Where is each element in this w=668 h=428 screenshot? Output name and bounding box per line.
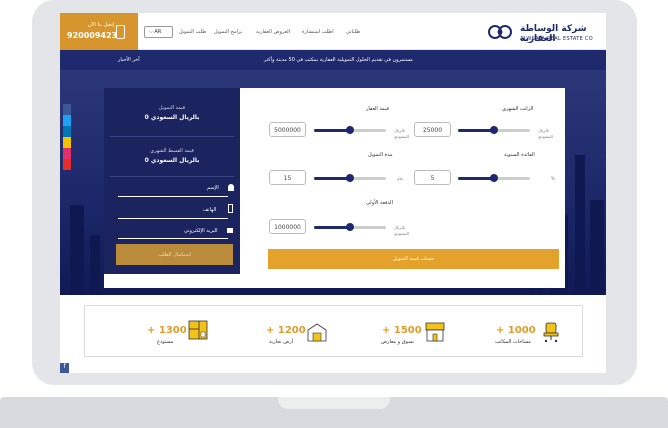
property-value-label: قيمة العقار <box>366 106 389 112</box>
salary-slider[interactable] <box>458 126 530 134</box>
statistics-bar: + 1000 مساحات المكاتب + 1500 تسوق و معار… <box>84 305 583 357</box>
youtube-icon[interactable] <box>63 159 71 170</box>
laptop-notch <box>278 397 390 409</box>
facebook-icon[interactable] <box>63 104 71 115</box>
down-payment-label: الدفعة الأولى <box>366 200 393 206</box>
stat-offices-number: + 1000 <box>496 325 536 336</box>
user-icon <box>228 184 234 191</box>
down-payment-input[interactable]: 1000000 <box>269 219 306 234</box>
company-logo-icon[interactable] <box>488 23 513 41</box>
floorplan-icon <box>188 320 208 340</box>
envelope-icon <box>227 228 233 233</box>
annual-rate-label: الفائدة السنوية <box>504 152 535 158</box>
facebook-float-icon[interactable]: f <box>60 363 69 373</box>
calculate-finance-button[interactable]: حساب قيمة التمويل <box>268 249 559 269</box>
stat-warehouse-label: مستودع <box>157 339 174 345</box>
stat-warehouse-number: + 1300 <box>147 325 187 336</box>
stat-land-number: + 1200 <box>266 325 306 336</box>
phone-field[interactable]: الهاتف <box>203 207 216 213</box>
ticker-text: مستمرون في تقديم الحلول التمويلية العقار… <box>264 57 413 63</box>
snapchat-icon[interactable] <box>63 137 71 148</box>
nav-request-consultation[interactable]: اطلب استشارة <box>302 29 334 35</box>
nav-finance-programs[interactable]: برامج التمويل <box>214 29 242 35</box>
warehouse-icon <box>307 323 327 342</box>
office-chair-icon <box>543 322 559 343</box>
name-field[interactable]: الإسم <box>207 185 219 191</box>
website-screen: إتصل بنا الآن 920009423 ⌵ AR طلب التمويل… <box>60 13 606 373</box>
stat-land-label: أرض تجارية <box>269 339 294 345</box>
stat-shops-label: تسوق و معارض <box>381 339 414 345</box>
duration-unit: عام <box>397 176 404 181</box>
ticker-heading: آخر الأخبار <box>118 57 140 63</box>
news-ticker: آخر الأخبار مستمرون في تقديم الحلول التم… <box>60 50 606 70</box>
annual-rate-slider[interactable] <box>458 174 530 182</box>
calculator-result-panel: قيمة التمويل 0 بالريال السعودي قيمة القس… <box>104 88 240 274</box>
phone-icon <box>228 204 233 213</box>
finance-amount-result: قيمة التمويل 0 بالريال السعودي <box>104 105 240 121</box>
twitter-icon[interactable] <box>63 115 71 126</box>
language-select[interactable]: ⌵ AR <box>144 26 173 38</box>
phone-number[interactable]: 920009423 <box>67 31 117 40</box>
property-unit: بالريال السعودي <box>394 128 409 139</box>
nav-property-offers[interactable]: العروض العقارية <box>256 29 290 35</box>
instagram-icon[interactable] <box>63 148 71 159</box>
nav-apply-finance[interactable]: طلب التمويل <box>179 29 206 35</box>
top-header: إتصل بنا الآن 920009423 ⌵ AR طلب التمويل… <box>60 13 606 50</box>
stat-shops-number: + 1500 <box>382 325 422 336</box>
salary-label: الراتب الشهري <box>502 106 534 112</box>
annual-rate-input[interactable]: 5 <box>414 170 451 185</box>
installment-label: قيمة القسط الشهري <box>150 148 194 154</box>
mobile-phone-icon <box>116 25 125 39</box>
property-value-input[interactable]: 5000000 <box>269 122 306 137</box>
duration-input[interactable]: 15 <box>269 170 306 185</box>
call-us-box[interactable]: إتصل بنا الآن 920009423 <box>60 13 138 50</box>
nav-my-requests[interactable]: طلباتي <box>346 29 360 35</box>
monthly-installment-result: قيمة القسط الشهري 0 بالريال السعودي <box>104 148 240 164</box>
rate-unit: % <box>551 176 555 181</box>
logo-english-name: ALWSATA REAL ESTATE CO <box>520 36 593 42</box>
installment-value: 0 بالريال السعودي <box>144 157 200 164</box>
language-value: AR <box>154 29 162 35</box>
complete-request-button[interactable]: استكمال الطلب <box>116 244 233 265</box>
down-payment-unit: بالريال السعودي <box>394 225 409 236</box>
salary-unit: بالريال السعودي <box>538 128 553 139</box>
call-label: إتصل بنا الآن <box>88 22 115 28</box>
property-value-slider[interactable] <box>314 126 386 134</box>
finance-amount-value: 0 بالريال السعودي <box>144 114 200 121</box>
email-field[interactable]: البريد الإلكتروني <box>184 228 218 234</box>
stat-offices-label: مساحات المكاتب <box>495 339 531 345</box>
shop-icon <box>425 322 445 342</box>
finance-calculator-card: قيمة التمويل 0 بالريال السعودي قيمة القس… <box>104 88 565 288</box>
linkedin-icon[interactable] <box>63 126 71 137</box>
finance-amount-label: قيمة التمويل <box>158 105 186 111</box>
down-payment-slider[interactable] <box>314 223 386 231</box>
chevron-down-icon: ⌵ <box>149 29 153 35</box>
salary-input[interactable]: 25000 <box>414 122 451 137</box>
duration-slider[interactable] <box>314 174 386 182</box>
duration-label: مدة التمويل <box>368 152 393 158</box>
